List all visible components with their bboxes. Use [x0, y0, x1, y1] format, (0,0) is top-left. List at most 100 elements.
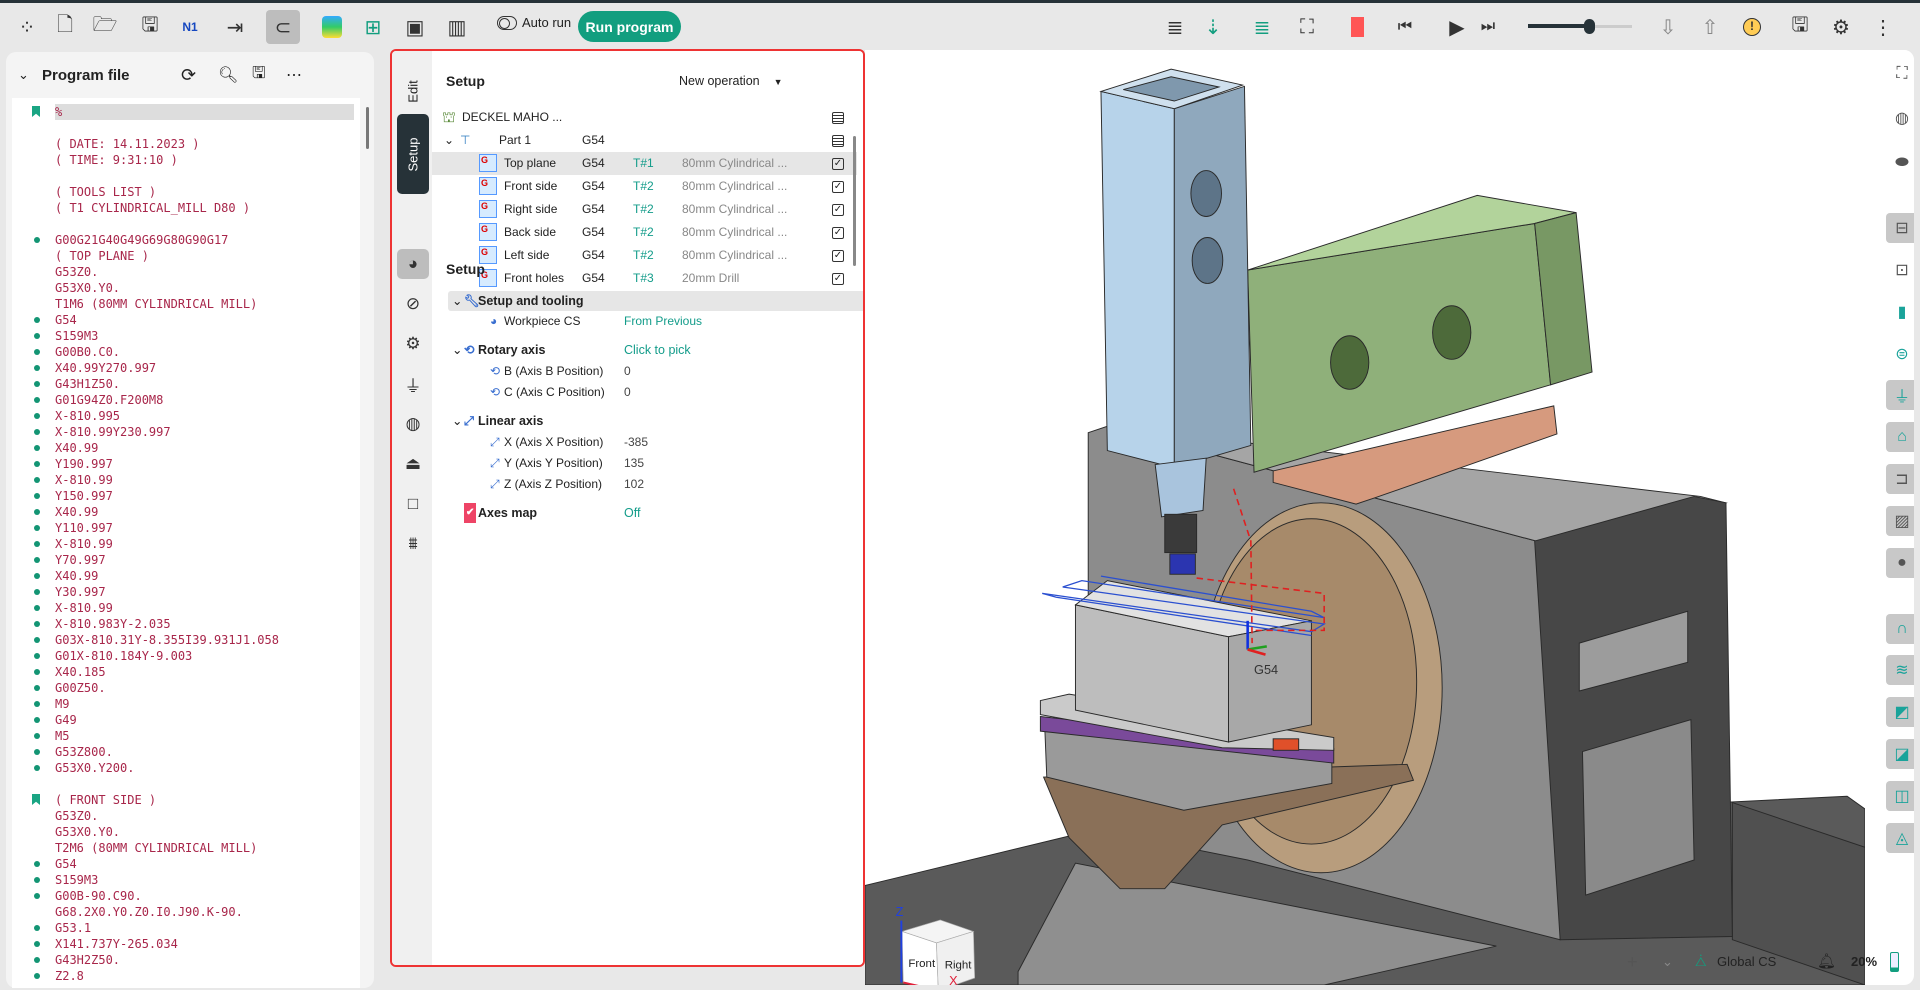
- add-icon[interactable]: +: [1627, 950, 1638, 974]
- code-line[interactable]: ( DATE: 14.11.2023 ): [12, 136, 360, 152]
- breakpoint-dot-icon[interactable]: [34, 333, 40, 339]
- code-line[interactable]: G43H1Z50.: [12, 376, 360, 392]
- code-line[interactable]: G03X-810.31Y-8.355I39.931J1.058: [12, 632, 360, 648]
- code-line[interactable]: T1M6 (80MM CYLINDRICAL MILL): [12, 296, 360, 312]
- code-line[interactable]: X-810.995: [12, 408, 360, 424]
- breakpoint-dot-icon[interactable]: [34, 877, 40, 883]
- setup-cs-icon[interactable]: ◕: [397, 249, 429, 279]
- code-line[interactable]: X-810.99: [12, 600, 360, 616]
- operation-row[interactable]: G Front holes G54 T#3 20mm Drill ✓: [432, 267, 857, 290]
- operation-enabled-checkbox[interactable]: ✓: [832, 181, 844, 193]
- breakpoint-dot-icon[interactable]: [34, 733, 40, 739]
- breakpoint-dot-icon[interactable]: [34, 541, 40, 547]
- breakpoint-dot-icon[interactable]: [34, 653, 40, 659]
- magnet-tool-icon[interactable]: ⊂: [266, 10, 300, 44]
- tab-setup[interactable]: Setup: [397, 114, 429, 194]
- code-line[interactable]: Y70.997: [12, 552, 360, 568]
- expand-chevron-icon[interactable]: ⌄: [444, 129, 454, 152]
- chevron-down-icon[interactable]: ⌄: [1662, 950, 1673, 974]
- expand-chevron-icon[interactable]: ⌄: [452, 340, 462, 360]
- code-line[interactable]: G68.2X0.Y0.Z0.I0.J90.K-90.: [12, 904, 360, 920]
- part-row[interactable]: ⌄ ⊤ Part 1 G54: [432, 129, 857, 152]
- solid-icon[interactable]: ⬬: [1886, 148, 1914, 178]
- fit-view-icon[interactable]: ⛶: [1886, 59, 1914, 89]
- property-row[interactable]: ⤢ Z (Axis Z Position) 102: [448, 474, 863, 494]
- property-row[interactable]: ⌄ 🔧︎ Setup and tooling: [448, 291, 863, 311]
- settings-icon[interactable]: ⚙: [1824, 10, 1858, 44]
- breakpoint-dot-icon[interactable]: [34, 573, 40, 579]
- surface-outline-icon[interactable]: ◫: [1886, 781, 1914, 811]
- tool-holder-icon[interactable]: ⊜: [1886, 339, 1914, 369]
- code-scrollbar[interactable]: [366, 107, 369, 149]
- breakpoint-dot-icon[interactable]: [34, 461, 40, 467]
- property-row[interactable]: ⤢ X (Axis X Position) -385: [448, 432, 863, 452]
- code-line[interactable]: G00G21G40G49G69G80G90G17: [12, 232, 360, 248]
- fit-icon[interactable]: ⛶: [1290, 10, 1324, 44]
- fixture-icon[interactable]: ⏏: [397, 449, 429, 479]
- save-icon[interactable]: 🖫: [133, 10, 167, 44]
- tool-body-icon[interactable]: ▮: [1886, 297, 1914, 327]
- notes-icon[interactable]: [832, 135, 844, 147]
- code-line[interactable]: ( T1 CYLINDRICAL_MILL D80 ): [12, 200, 360, 216]
- property-row[interactable]: ⌄ ⟲ Rotary axis Click to pick: [448, 340, 863, 360]
- gear-icon[interactable]: ⚙: [397, 329, 429, 359]
- breakpoint-dot-icon[interactable]: [34, 317, 40, 323]
- fixture-icon[interactable]: ⊐: [1886, 464, 1914, 494]
- breakpoint-dot-icon[interactable]: [34, 381, 40, 387]
- breakpoint-dot-icon[interactable]: [34, 941, 40, 947]
- save-run-icon[interactable]: 🖫: [1783, 10, 1817, 44]
- code-line[interactable]: Y190.997: [12, 456, 360, 472]
- expand-chevron-icon[interactable]: ⌄: [452, 291, 462, 311]
- code-editor[interactable]: % ( DATE: 14.11.2023 ) ( TIME: 9:31:10 ) ( …: [12, 98, 360, 988]
- code-line[interactable]: X40.99: [12, 568, 360, 584]
- breakpoint-dot-icon[interactable]: [34, 861, 40, 867]
- code-line[interactable]: G53Z0.: [12, 264, 360, 280]
- new-file-icon[interactable]: 🗋: [48, 10, 82, 44]
- property-value[interactable]: Off: [624, 503, 640, 523]
- breakpoint-dot-icon[interactable]: [34, 973, 40, 979]
- breakpoint-dot-icon[interactable]: [34, 765, 40, 771]
- code-line[interactable]: [12, 168, 360, 184]
- step-back-icon[interactable]: ⏮: [1388, 10, 1422, 44]
- breakpoint-dot-icon[interactable]: [34, 669, 40, 675]
- code-line[interactable]: ( FRONT SIDE ): [12, 792, 360, 808]
- code-line[interactable]: ( TOP PLANE ): [12, 248, 360, 264]
- run-program-button[interactable]: Run program: [578, 11, 681, 42]
- step-forward-icon[interactable]: ⏭: [1471, 10, 1505, 44]
- code-line[interactable]: M5: [12, 728, 360, 744]
- code-line[interactable]: [12, 216, 360, 232]
- code-line[interactable]: G54: [12, 856, 360, 872]
- property-row[interactable]: ◕ Workpiece CS From Previous: [448, 311, 863, 331]
- import-icon[interactable]: ⇥: [218, 10, 252, 44]
- bookmark-icon[interactable]: [32, 106, 40, 117]
- surface-solid-icon[interactable]: ◪: [1886, 739, 1914, 769]
- code-line[interactable]: T2M6 (80MM CYLINDRICAL MILL): [12, 840, 360, 856]
- operation-enabled-checkbox[interactable]: ✓: [832, 158, 844, 170]
- operation-enabled-checkbox[interactable]: ✓: [832, 273, 844, 285]
- coordinate-system-selector[interactable]: Global CS: [1717, 950, 1776, 974]
- line-numbers-icon[interactable]: N1: [173, 10, 207, 44]
- breakpoint-dot-icon[interactable]: [34, 397, 40, 403]
- code-line[interactable]: G54: [12, 312, 360, 328]
- list-teal-icon[interactable]: ≣: [1245, 10, 1279, 44]
- list-icon[interactable]: ≣: [1158, 10, 1192, 44]
- slider-knob[interactable]: [1584, 19, 1595, 34]
- breakpoint-dot-icon[interactable]: [34, 605, 40, 611]
- code-line[interactable]: G43H2Z50.: [12, 952, 360, 968]
- breakpoint-dot-icon[interactable]: [34, 413, 40, 419]
- breakpoint-dot-icon[interactable]: [34, 621, 40, 627]
- play-icon[interactable]: ▶: [1440, 10, 1474, 44]
- refresh-icon[interactable]: ⟳: [181, 65, 196, 86]
- breakpoint-dot-icon[interactable]: [34, 749, 40, 755]
- breakpoint-dot-icon[interactable]: [34, 525, 40, 531]
- breakpoint-dot-icon[interactable]: [34, 237, 40, 243]
- breakpoint-dot-icon[interactable]: [34, 477, 40, 483]
- operation-enabled-checkbox[interactable]: ✓: [832, 227, 844, 239]
- breakpoint-dot-icon[interactable]: [34, 685, 40, 691]
- code-line[interactable]: G53X0.Y200.: [12, 760, 360, 776]
- heatmap-icon[interactable]: [322, 16, 342, 38]
- breakpoint-dot-icon[interactable]: [34, 557, 40, 563]
- endmill-icon[interactable]: ⌂: [1886, 422, 1914, 452]
- breakpoint-dot-icon[interactable]: [34, 717, 40, 723]
- machine-row[interactable]: ⛫ DECKEL MAHO ...: [432, 106, 857, 129]
